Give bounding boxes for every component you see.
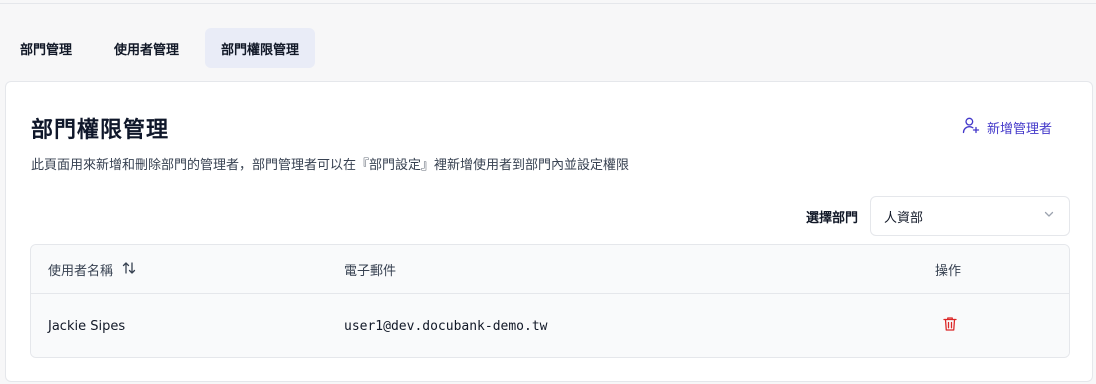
tab-user-management[interactable]: 使用者管理: [98, 28, 195, 68]
tab-bar: 部門管理 使用者管理 部門權限管理: [4, 28, 325, 68]
sort-icon[interactable]: [113, 260, 137, 280]
department-select-value: 人資部: [884, 210, 924, 226]
add-manager-button[interactable]: 新增管理者: [961, 116, 1052, 138]
row-email: user1@dev.docubank-demo.tw: [344, 318, 548, 334]
tab-department-management[interactable]: 部門管理: [4, 28, 88, 68]
page-description: 此頁面用來新增和刪除部門的管理者，部門管理者可以在『部門設定』裡新增使用者到部門…: [31, 158, 630, 173]
permission-card: 部門權限管理 此頁面用來新增和刪除部門的管理者，部門管理者可以在『部門設定』裡新…: [5, 81, 1093, 382]
department-select[interactable]: 人資部: [870, 196, 1070, 236]
managers-table: 使用者名稱 電子郵件 操作 Jackie Sipes user1@dev.doc…: [30, 244, 1070, 358]
delete-manager-button[interactable]: [941, 315, 959, 337]
add-manager-label: 新增管理者: [986, 121, 1052, 137]
page-title: 部門權限管理: [31, 118, 170, 143]
tab-department-permission[interactable]: 部門權限管理: [205, 28, 316, 68]
chevron-down-icon: [1043, 208, 1055, 224]
column-header-email: 電子郵件: [344, 264, 397, 279]
table-header: 使用者名稱 電子郵件 操作: [31, 245, 1069, 294]
department-select-label: 選擇部門: [806, 211, 859, 226]
add-user-icon: [961, 115, 981, 139]
column-header-action: 操作: [935, 264, 962, 279]
table-row: Jackie Sipes user1@dev.docubank-demo.tw: [31, 294, 1069, 357]
top-bar: [0, 0, 1096, 4]
column-header-username[interactable]: 使用者名稱: [48, 245, 137, 294]
trash-icon: [941, 315, 959, 337]
column-header-username-label: 使用者名稱: [48, 264, 114, 279]
row-username: Jackie Sipes: [48, 318, 126, 334]
